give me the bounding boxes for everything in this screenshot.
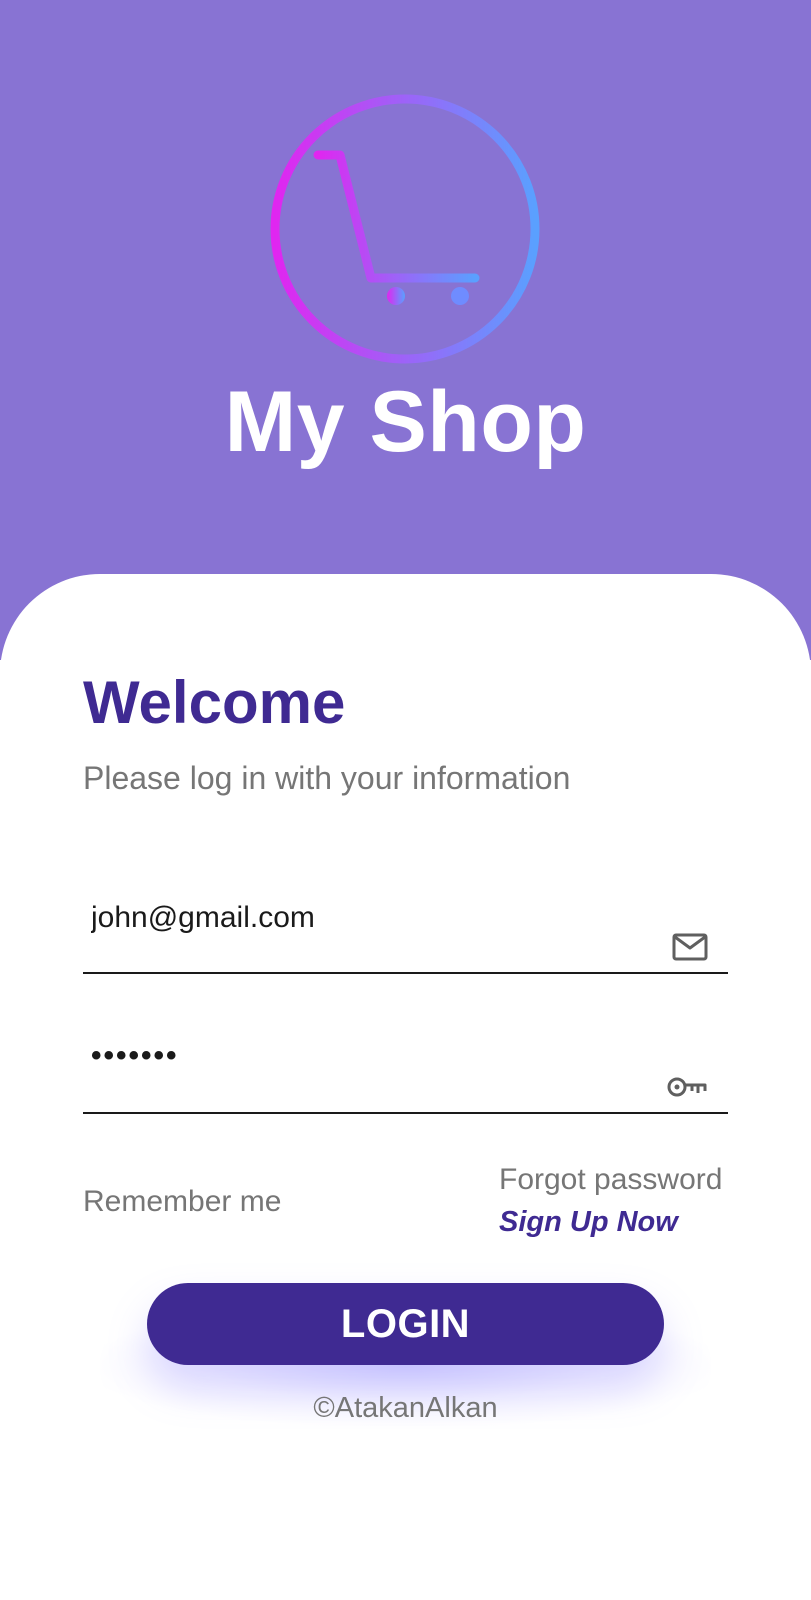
shopping-cart-icon (270, 94, 540, 364)
remember-me-option[interactable]: Remember me (83, 1184, 281, 1220)
email-field[interactable] (83, 892, 728, 974)
key-icon (667, 1077, 707, 1097)
password-field[interactable] (83, 1032, 728, 1114)
copyright-text: ©AtakanAlkan (313, 1392, 498, 1424)
app-title: My Shop (224, 374, 587, 470)
password-input[interactable] (91, 1036, 651, 1076)
welcome-heading: Welcome (83, 669, 346, 736)
header-banner: My Shop (0, 0, 811, 660)
forgot-password-link[interactable]: Forgot password (499, 1162, 722, 1198)
welcome-subtitle: Please log in with your information (83, 760, 571, 796)
mail-icon (672, 933, 708, 961)
login-button[interactable]: LOGIN (147, 1283, 664, 1365)
email-input[interactable] (91, 898, 651, 938)
sign-up-link[interactable]: Sign Up Now (499, 1204, 678, 1240)
